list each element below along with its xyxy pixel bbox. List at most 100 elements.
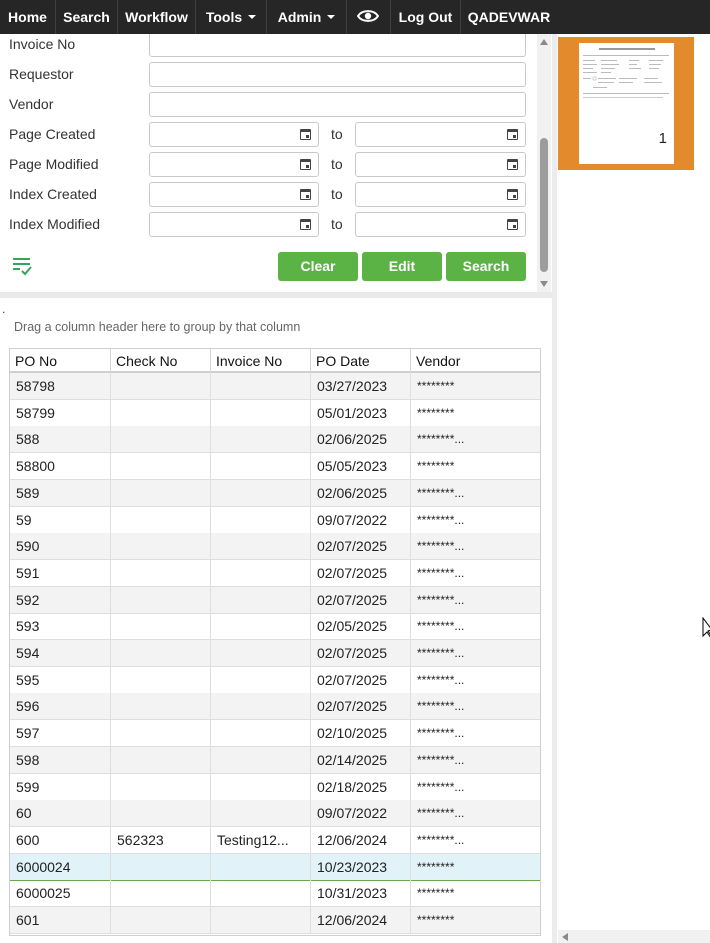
invoice-no-cell bbox=[211, 693, 311, 720]
table-row[interactable]: 592 02/07/2025 ********... bbox=[10, 586, 540, 614]
clear-button[interactable]: Clear bbox=[278, 252, 358, 281]
index-created-to-input[interactable] bbox=[355, 182, 526, 207]
calendar-icon[interactable] bbox=[507, 159, 518, 170]
page-number: 1 bbox=[658, 130, 667, 147]
search-button[interactable]: Search bbox=[446, 252, 526, 281]
table-row[interactable]: 591 02/07/2025 ********... bbox=[10, 559, 540, 587]
table-row[interactable]: 598 02/14/2025 ********... bbox=[10, 746, 540, 774]
check-no-cell bbox=[111, 586, 211, 613]
table-row[interactable]: 6000025 10/31/2023 ******** bbox=[10, 880, 540, 908]
panel-scrollbar[interactable] bbox=[537, 34, 551, 292]
vendor-input[interactable] bbox=[149, 92, 526, 117]
table-row[interactable]: 589 02/06/2025 ********... bbox=[10, 479, 540, 507]
thumbnail-scrollbar[interactable] bbox=[558, 930, 710, 943]
check-no-cell bbox=[111, 773, 211, 800]
index-created-from-input[interactable] bbox=[149, 182, 319, 207]
nav-admin-label: Admin bbox=[277, 9, 322, 25]
po-no-cell: 599 bbox=[10, 773, 111, 800]
table-row[interactable]: 594 02/07/2025 ********... bbox=[10, 640, 540, 667]
check-no-cell bbox=[111, 559, 211, 586]
invoice-no-cell bbox=[211, 479, 311, 506]
table-row[interactable]: 595 02/07/2025 ********... bbox=[10, 666, 540, 694]
top-nav: Home Search Workflow Tools Admin Log Out… bbox=[0, 0, 710, 34]
table-row[interactable]: 597 02/10/2025 ********... bbox=[10, 720, 540, 748]
document-preview: 1 bbox=[579, 43, 674, 164]
column-header-po-no[interactable]: PO No bbox=[10, 349, 111, 373]
nav-admin[interactable]: Admin bbox=[267, 0, 347, 34]
nav-logout[interactable]: Log Out bbox=[391, 0, 461, 34]
pane-divider bbox=[552, 34, 557, 943]
po-no-cell: 593 bbox=[10, 613, 111, 640]
po-no-cell: 595 bbox=[10, 666, 111, 693]
scroll-thumb[interactable] bbox=[540, 138, 548, 272]
po-date-cell: 02/14/2025 bbox=[311, 746, 411, 773]
table-row[interactable]: 58799 05/01/2023 ******** bbox=[10, 399, 540, 427]
calendar-icon[interactable] bbox=[300, 189, 311, 200]
table-row[interactable]: 601 12/06/2024 ******** bbox=[10, 907, 540, 934]
grid-header: PO No Check No Invoice No PO Date Vendor bbox=[10, 349, 540, 373]
vendor-cell: ******** bbox=[417, 405, 455, 420]
invoice-no-cell bbox=[211, 506, 311, 533]
po-date-cell: 09/07/2022 bbox=[311, 800, 411, 827]
column-header-check-no[interactable]: Check No bbox=[111, 349, 211, 373]
table-row[interactable]: 599 02/18/2025 ********... bbox=[10, 773, 540, 801]
column-header-po-date[interactable]: PO Date bbox=[311, 349, 411, 373]
index-modified-to-input[interactable] bbox=[355, 212, 526, 237]
page-thumbnail[interactable]: 1 bbox=[558, 37, 694, 170]
calendar-icon[interactable] bbox=[507, 219, 518, 230]
nav-user[interactable]: QADEVWAR bbox=[461, 0, 557, 34]
po-no-cell: 6000024 bbox=[10, 853, 111, 880]
invoice-no-input[interactable] bbox=[149, 34, 526, 57]
index-modified-from-input[interactable] bbox=[149, 212, 319, 237]
checklist-icon[interactable] bbox=[11, 255, 33, 277]
page-modified-from-input[interactable] bbox=[149, 152, 319, 177]
edit-button[interactable]: Edit bbox=[362, 252, 442, 281]
check-no-cell bbox=[111, 746, 211, 773]
table-row[interactable]: 600 562323 Testing12... 12/06/2024 ********.… bbox=[10, 826, 540, 854]
po-date-cell: 02/05/2025 bbox=[311, 613, 411, 640]
po-date-cell: 12/06/2024 bbox=[311, 907, 411, 933]
invoice-no-cell bbox=[211, 666, 311, 693]
table-row[interactable]: 58800 05/05/2023 ******** bbox=[10, 453, 540, 481]
table-row[interactable]: 60 09/07/2022 ********... bbox=[10, 800, 540, 828]
po-date-cell: 02/18/2025 bbox=[311, 773, 411, 800]
page-modified-label: Page Modified bbox=[9, 156, 99, 172]
requestor-input[interactable] bbox=[149, 62, 526, 87]
column-header-vendor[interactable]: Vendor bbox=[411, 349, 540, 373]
eye-icon[interactable] bbox=[357, 8, 379, 24]
po-no-cell: 591 bbox=[10, 559, 111, 586]
check-no-cell bbox=[111, 853, 211, 880]
table-row[interactable]: 596 02/07/2025 ********... bbox=[10, 693, 540, 721]
calendar-icon[interactable] bbox=[300, 219, 311, 230]
scroll-left-icon[interactable] bbox=[562, 933, 568, 941]
po-date-cell: 02/07/2025 bbox=[311, 586, 411, 613]
column-header-invoice-no[interactable]: Invoice No bbox=[211, 349, 311, 373]
po-no-cell: 597 bbox=[10, 720, 111, 747]
nav-home[interactable]: Home bbox=[0, 0, 56, 34]
table-row[interactable]: 59 09/07/2022 ********... bbox=[10, 506, 540, 534]
table-row[interactable]: 588 02/06/2025 ********... bbox=[10, 426, 540, 454]
table-row[interactable]: 6000024 10/23/2023 ******** bbox=[10, 853, 540, 881]
invoice-no-label: Invoice No bbox=[9, 36, 76, 52]
nav-workflow[interactable]: Workflow bbox=[118, 0, 196, 34]
table-row[interactable]: 593 02/05/2025 ********... bbox=[10, 613, 540, 641]
vendor-label: Vendor bbox=[9, 96, 54, 112]
vendor-cell: ********... bbox=[417, 619, 465, 634]
table-row[interactable]: 58798 03/27/2023 ******** bbox=[10, 373, 540, 400]
page-modified-to-input[interactable] bbox=[355, 152, 526, 177]
scroll-up-icon[interactable] bbox=[540, 39, 548, 45]
calendar-icon[interactable] bbox=[507, 129, 518, 140]
scroll-down-icon[interactable] bbox=[540, 281, 548, 287]
calendar-icon[interactable] bbox=[300, 159, 311, 170]
group-hint[interactable]: Drag a column header here to group by th… bbox=[14, 320, 300, 334]
page-created-from-input[interactable] bbox=[149, 122, 319, 147]
table-row[interactable]: 590 02/07/2025 ********... bbox=[10, 533, 540, 561]
to-label: to bbox=[331, 186, 343, 202]
invoice-no-cell: Testing12... bbox=[211, 826, 311, 853]
page-created-to-input[interactable] bbox=[355, 122, 526, 147]
calendar-icon[interactable] bbox=[300, 129, 311, 140]
nav-search[interactable]: Search bbox=[56, 0, 118, 34]
nav-tools[interactable]: Tools bbox=[196, 0, 267, 34]
calendar-icon[interactable] bbox=[507, 189, 518, 200]
invoice-no-cell bbox=[211, 800, 311, 827]
